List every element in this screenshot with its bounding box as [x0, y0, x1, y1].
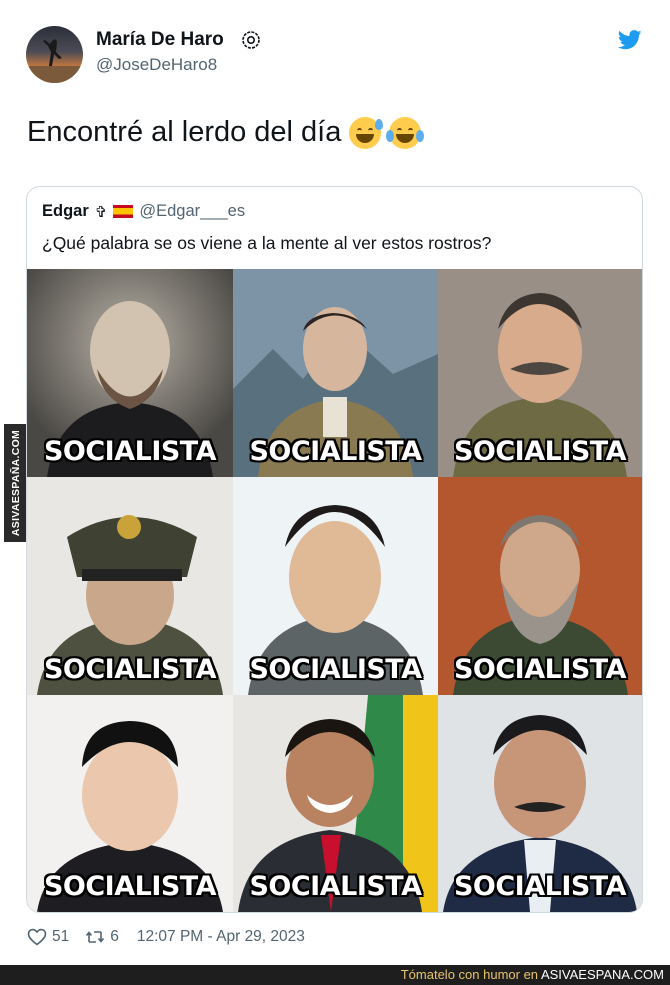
tweet-header: María De Haro @JoseDeHaro8: [26, 26, 644, 84]
spain-flag-icon: [113, 205, 134, 218]
image-caption: SOCIALISTA: [249, 654, 422, 685]
joy-emoji-icon: [386, 116, 425, 149]
image-caption: SOCIALISTA: [43, 871, 217, 902]
watermark-side-text: ASIVAESPAÑA.COM: [10, 429, 22, 537]
tweet-text: Encontré al lerdo del día: [27, 116, 425, 149]
quoted-author-handle: @Edgar___es: [139, 202, 246, 220]
quoted-author-name: Edgar: [42, 202, 89, 220]
avatar[interactable]: [26, 26, 83, 83]
tweet-text-content: Encontré al lerdo del día: [27, 116, 342, 148]
image-grid[interactable]: SOCIALISTA SOCIALISTA SOCIALISTA SOCIALI…: [27, 269, 642, 912]
author-handle[interactable]: @JoseDeHaro8: [96, 55, 217, 75]
like-count: 51: [52, 928, 70, 945]
portrait-image[interactable]: SOCIALISTA: [233, 695, 438, 912]
image-caption: SOCIALISTA: [43, 654, 217, 685]
footer-prefix: Tómatelo con humor en: [400, 967, 541, 982]
heart-icon[interactable]: [27, 928, 47, 946]
image-caption: SOCIALISTA: [249, 436, 422, 467]
image-caption: SOCIALISTA: [43, 436, 217, 467]
retweet-icon[interactable]: [85, 929, 105, 945]
portrait-image[interactable]: SOCIALISTA: [27, 269, 233, 477]
quoted-tweet-text: ¿Qué palabra se os viene a la mente al v…: [42, 233, 492, 253]
image-caption: SOCIALISTA: [453, 436, 627, 467]
verified-badge-icon: [242, 31, 260, 49]
footer-brand-link[interactable]: ASIVAESPANA.COM: [541, 967, 664, 982]
portrait-image[interactable]: SOCIALISTA: [438, 477, 642, 695]
latin-cross-icon: ✞: [94, 203, 108, 221]
tweet-meta: 51 6 12:07 PM - Apr 29, 2023: [27, 928, 305, 946]
image-caption: SOCIALISTA: [249, 871, 422, 902]
portrait-image[interactable]: SOCIALISTA: [438, 269, 642, 477]
tweet-timestamp[interactable]: 12:07 PM - Apr 29, 2023: [137, 928, 305, 946]
watermark-side: ASIVAESPAÑA.COM: [4, 424, 28, 542]
quoted-tweet-card[interactable]: Edgar ✞ @Edgar___es ¿Qué palabra se os v…: [26, 186, 643, 913]
portrait-image[interactable]: SOCIALISTA: [27, 695, 233, 912]
image-caption: SOCIALISTA: [453, 654, 627, 685]
author-name[interactable]: María De Haro: [96, 29, 224, 51]
sweat-smile-emoji-icon: [349, 116, 384, 149]
retweet-count: 6: [110, 928, 119, 945]
portrait-image[interactable]: SOCIALISTA: [438, 695, 642, 912]
site-footer-bar: Tómatelo con humor en ASIVAESPANA.COM: [0, 965, 670, 985]
portrait-image[interactable]: SOCIALISTA: [233, 477, 438, 695]
image-caption: SOCIALISTA: [453, 871, 627, 902]
portrait-image[interactable]: SOCIALISTA: [233, 269, 438, 477]
portrait-image[interactable]: SOCIALISTA: [27, 477, 233, 695]
quoted-tweet-header: Edgar ✞ @Edgar___es: [42, 202, 245, 221]
twitter-bird-icon[interactable]: [618, 30, 642, 50]
